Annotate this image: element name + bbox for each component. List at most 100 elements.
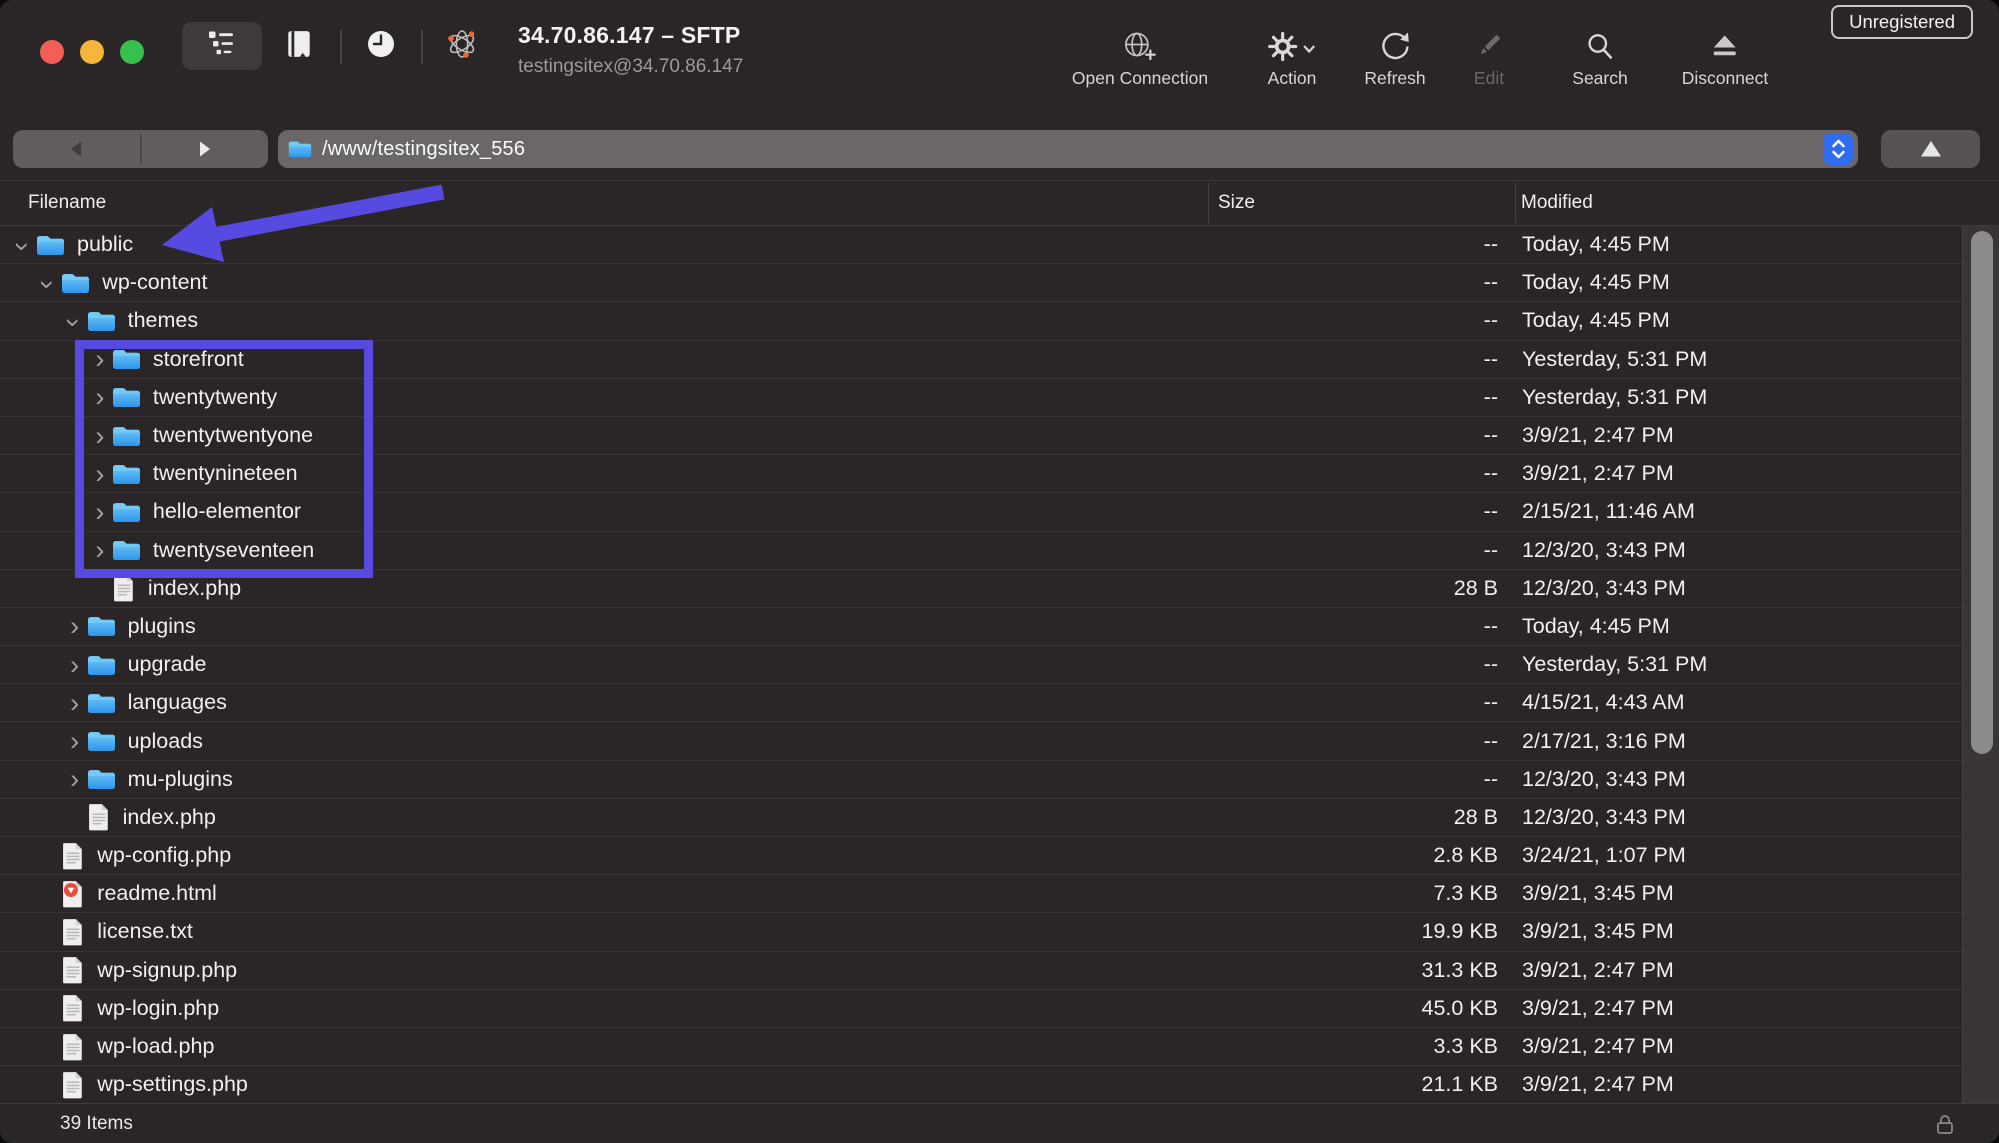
disclosure-chevron-icon[interactable]: › bbox=[63, 728, 87, 755]
forward-button[interactable] bbox=[142, 130, 269, 168]
table-row[interactable]: › bbox=[0, 684, 1962, 723]
minimize-window-button[interactable] bbox=[80, 40, 104, 64]
disclosure-chevron-icon[interactable]: › bbox=[59, 311, 89, 335]
size-value: -- bbox=[1483, 461, 1498, 486]
disclosure-chevron-icon[interactable]: › bbox=[88, 498, 112, 525]
disclosure-chevron-icon[interactable]: › bbox=[63, 613, 87, 640]
zoom-window-button[interactable] bbox=[120, 40, 144, 64]
column-divider[interactable] bbox=[1515, 183, 1516, 223]
close-window-button[interactable] bbox=[40, 40, 64, 64]
disclosure-chevron-icon[interactable]: › bbox=[88, 384, 112, 411]
outline-view-button[interactable] bbox=[182, 22, 262, 70]
folder-icon bbox=[288, 139, 312, 159]
file-icon bbox=[61, 956, 85, 984]
disclosure-chevron-icon[interactable]: › bbox=[88, 460, 112, 487]
unregistered-badge[interactable]: Unregistered bbox=[1831, 5, 1973, 39]
column-filename[interactable]: Filename bbox=[28, 181, 106, 225]
column-size[interactable]: Size bbox=[1218, 181, 1255, 225]
size-value: -- bbox=[1483, 537, 1498, 562]
table-row[interactable]: › bbox=[0, 226, 1962, 265]
table-row[interactable]: › bbox=[0, 875, 1962, 914]
connection-subtitle: testingsitex@34.70.86.147 bbox=[518, 56, 744, 77]
action-button[interactable]: Action bbox=[1267, 20, 1317, 89]
disclosure-chevron-icon[interactable]: › bbox=[33, 272, 63, 296]
scrollbar-thumb[interactable] bbox=[1971, 231, 1993, 754]
back-button[interactable] bbox=[13, 130, 140, 168]
table-row[interactable]: › bbox=[0, 532, 1962, 570]
scrollbar-track[interactable] bbox=[1962, 226, 1999, 1105]
table-row[interactable]: › bbox=[0, 417, 1962, 456]
table-row[interactable]: › bbox=[0, 455, 1962, 494]
filename-label: mu-plugins bbox=[127, 766, 233, 791]
disclosure-chevron-icon[interactable]: › bbox=[63, 651, 87, 678]
filename-label: wp-content bbox=[102, 270, 208, 295]
size-value: -- bbox=[1483, 499, 1498, 524]
table-row[interactable]: › bbox=[0, 952, 1962, 990]
modified-value: Yesterday, 5:31 PM bbox=[1522, 384, 1708, 409]
table-row[interactable]: › bbox=[0, 341, 1962, 379]
filename-label: twentytwentyone bbox=[152, 423, 314, 448]
edit-button[interactable]: Edit bbox=[1473, 20, 1505, 89]
file-icon bbox=[61, 842, 85, 870]
size-value: 28 B bbox=[1453, 804, 1498, 829]
current-path: /www/testingsitex_556 bbox=[322, 137, 526, 160]
column-divider[interactable] bbox=[1208, 183, 1209, 223]
modified-value: 12/3/20, 3:43 PM bbox=[1522, 804, 1686, 829]
disclosure-chevron-icon[interactable]: › bbox=[88, 346, 112, 373]
filename-label: public bbox=[77, 232, 134, 257]
history-button[interactable] bbox=[364, 22, 398, 70]
size-value: 45.0 KB bbox=[1421, 995, 1499, 1020]
folder-icon bbox=[61, 271, 90, 295]
folder-icon bbox=[112, 385, 141, 409]
gear-chevron-icon bbox=[1268, 20, 1316, 62]
triangle-up-icon bbox=[1920, 141, 1941, 157]
path-stepper[interactable] bbox=[1823, 133, 1853, 165]
bonjour-button[interactable] bbox=[444, 22, 480, 70]
disclosure-chevron-icon[interactable]: › bbox=[88, 422, 112, 449]
file-icon bbox=[61, 994, 85, 1022]
disclosure-chevron-icon[interactable]: › bbox=[63, 766, 87, 793]
disclosure-chevron-icon[interactable]: › bbox=[63, 689, 87, 716]
table-row[interactable]: › bbox=[0, 379, 1962, 417]
disconnect-button[interactable]: Disconnect bbox=[1681, 20, 1769, 89]
table-row[interactable]: › bbox=[0, 608, 1962, 647]
column-modified[interactable]: Modified bbox=[1521, 181, 1593, 225]
size-value: -- bbox=[1483, 346, 1498, 371]
refresh-button[interactable]: Refresh bbox=[1364, 20, 1426, 89]
padlock-icon bbox=[1935, 1113, 1955, 1135]
toolbar-label: Action bbox=[1267, 68, 1317, 88]
path-bar: /www/testingsitex_556 bbox=[0, 118, 1999, 180]
path-dropdown[interactable]: /www/testingsitex_556 bbox=[278, 130, 1858, 168]
modified-value: 3/9/21, 2:47 PM bbox=[1522, 1034, 1674, 1059]
table-row[interactable]: › bbox=[0, 493, 1962, 532]
table-row[interactable]: › bbox=[0, 302, 1962, 341]
folder-icon bbox=[87, 729, 116, 753]
search-button[interactable]: Search bbox=[1572, 20, 1628, 89]
table-row[interactable]: › bbox=[0, 799, 1962, 837]
filename-label: plugins bbox=[127, 613, 196, 638]
table-row[interactable]: › bbox=[0, 1066, 1962, 1105]
table-row[interactable]: › bbox=[0, 646, 1962, 685]
open-connection-button[interactable]: Open Connection bbox=[1072, 20, 1208, 89]
toolbar-label: Disconnect bbox=[1681, 68, 1769, 88]
table-row[interactable]: › bbox=[0, 837, 1962, 876]
filename-label: hello-elementor bbox=[152, 499, 302, 524]
folder-icon bbox=[112, 462, 141, 486]
table-row[interactable]: › bbox=[0, 570, 1962, 608]
bookmarks-button[interactable] bbox=[283, 22, 315, 70]
table-row[interactable]: › bbox=[0, 722, 1962, 761]
table-row[interactable]: › bbox=[0, 1028, 1962, 1067]
disclosure-chevron-icon[interactable]: › bbox=[88, 537, 112, 564]
table-row[interactable]: › bbox=[0, 264, 1962, 303]
magnifier-icon bbox=[1585, 20, 1615, 62]
filename-label: storefront bbox=[152, 346, 244, 371]
table-row[interactable]: › bbox=[0, 990, 1962, 1028]
upload-button[interactable] bbox=[1881, 130, 1980, 168]
modified-value: 2/17/21, 3:16 PM bbox=[1522, 728, 1686, 753]
disclosure-chevron-icon[interactable]: › bbox=[8, 234, 38, 258]
table-row[interactable]: › bbox=[0, 913, 1962, 952]
table-row[interactable]: › bbox=[0, 761, 1962, 799]
